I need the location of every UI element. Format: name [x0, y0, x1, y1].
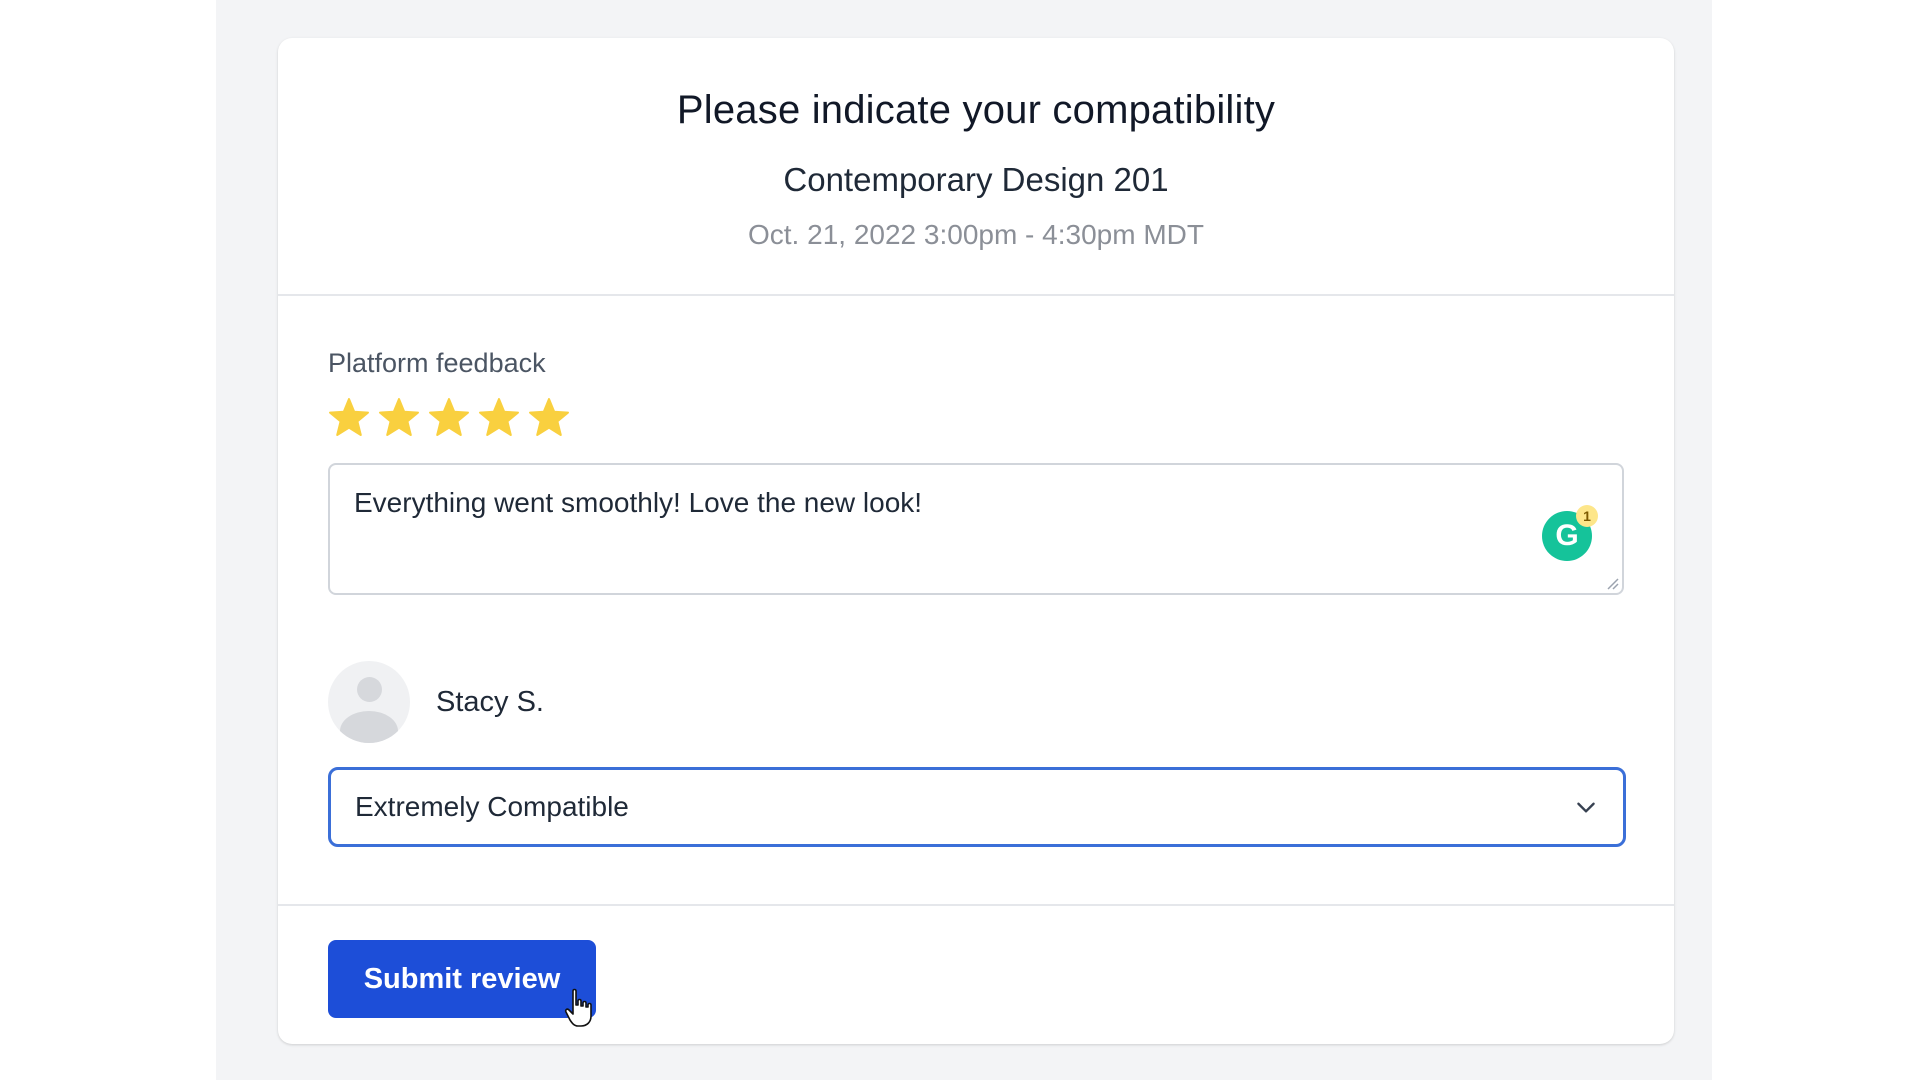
- compatibility-selected-value: Extremely Compatible: [355, 791, 629, 822]
- platform-feedback-label: Platform feedback: [328, 348, 546, 378]
- grammarly-letter: G: [1555, 519, 1579, 552]
- participant-row: Stacy S.: [328, 661, 1624, 743]
- feedback-text: Everything went smoothly! Love the new l…: [354, 487, 923, 518]
- submit-review-button[interactable]: Submit review: [328, 940, 596, 1027]
- participant-name: Stacy S.: [436, 685, 544, 718]
- compatibility-select[interactable]: Extremely Compatible: [328, 767, 1626, 847]
- grammarly-badge: 1: [1576, 505, 1598, 527]
- hand-cursor-icon: [564, 988, 592, 1027]
- resize-handle-icon[interactable]: [1605, 576, 1619, 590]
- star-icon-1[interactable]: [328, 397, 370, 439]
- course-title: Contemporary Design 201: [783, 161, 1169, 198]
- star-icon-2[interactable]: [378, 397, 420, 439]
- star-icon-4[interactable]: [478, 397, 520, 439]
- feedback-textarea[interactable]: Everything went smoothly! Love the new l…: [328, 463, 1624, 595]
- review-card: Please indicate your compatibility Conte…: [278, 38, 1674, 1044]
- submit-review-label: Submit review: [363, 962, 561, 995]
- page-title: Please indicate your compatibility: [676, 88, 1276, 132]
- star-icon-5[interactable]: [528, 397, 570, 439]
- star-rating: [328, 395, 1624, 441]
- card-header: Please indicate your compatibility Conte…: [278, 38, 1674, 296]
- avatar-head-icon: [357, 677, 382, 702]
- star-icon-3[interactable]: [428, 397, 470, 439]
- card-footer: Submit review: [278, 906, 1674, 1052]
- session-datetime: Oct. 21, 2022 3:00pm - 4:30pm MDT: [748, 219, 1204, 250]
- card-body: Platform feedback Everything went smooth…: [278, 296, 1674, 906]
- grammarly-icon[interactable]: G 1: [1542, 505, 1598, 561]
- avatar: [328, 661, 410, 743]
- avatar-body-icon: [340, 711, 398, 743]
- chevron-down-icon: [1573, 794, 1599, 820]
